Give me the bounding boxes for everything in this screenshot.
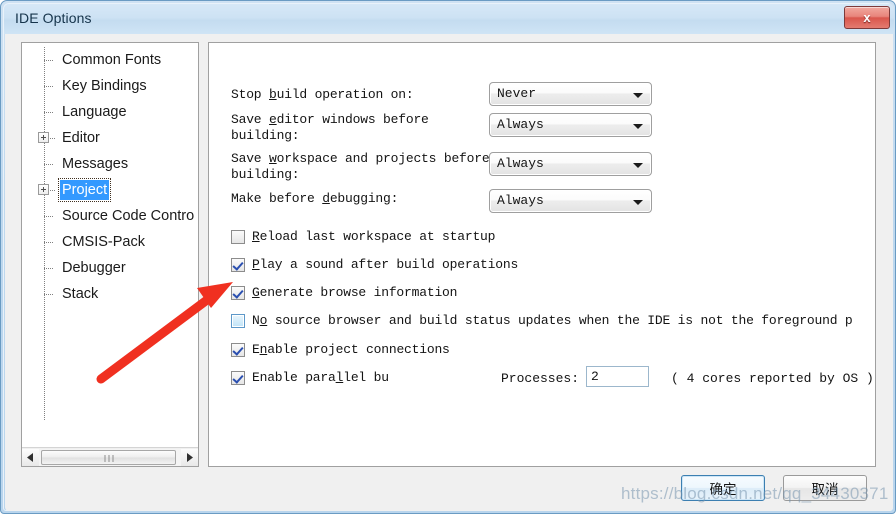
play-sound-checkbox[interactable] (231, 258, 245, 272)
tree-horizontal-scrollbar[interactable] (22, 447, 198, 466)
tree-elbow-icon (38, 47, 60, 73)
grip-icon (104, 454, 113, 462)
dialog-client-area: Common Fonts Key Bindings Language Edito… (5, 34, 893, 511)
processes-value: 2 (591, 369, 599, 384)
tree-elbow-icon (38, 281, 60, 307)
sidebar-item-label: Language (62, 104, 127, 120)
combo-value: Always (497, 156, 544, 171)
enable-project-connections-row[interactable]: Enable project connections (231, 342, 450, 357)
enable-parallel-build-label: Enable parallel bu (252, 370, 389, 385)
sidebar-item-label: Project (57, 178, 112, 202)
sidebar-item-key-bindings[interactable]: Key Bindings (22, 73, 198, 99)
options-tree: Common Fonts Key Bindings Language Edito… (22, 47, 198, 442)
ide-options-window: IDE Options x Common Fonts Key Bindings (0, 0, 896, 514)
title-bar: IDE Options x (4, 4, 894, 34)
save-editor-windows-label: Save editor windows before building: (231, 112, 429, 143)
tree-elbow-icon (38, 151, 60, 177)
play-sound-row[interactable]: Play a sound after build operations (231, 257, 518, 272)
ok-button-label: 确定 (709, 482, 737, 497)
tree-elbow-icon (38, 73, 60, 99)
sidebar-item-common-fonts[interactable]: Common Fonts (22, 47, 198, 73)
sidebar-item-project[interactable]: Project (22, 177, 198, 203)
no-source-browser-row[interactable]: No source browser and build status updat… (231, 313, 853, 328)
save-editor-windows-combo[interactable]: Always (489, 113, 652, 137)
stop-build-operation-combo[interactable]: Never (489, 82, 652, 106)
sidebar-item-editor[interactable]: Editor (22, 125, 198, 151)
reload-last-workspace-label: Reload last workspace at startup (252, 229, 496, 244)
processes-input[interactable]: 2 (586, 366, 649, 387)
save-workspace-combo[interactable]: Always (489, 152, 652, 176)
sidebar-item-label: Stack (62, 286, 99, 302)
combo-value: Never (497, 86, 537, 101)
enable-parallel-build-row[interactable]: Enable parallel bu (231, 370, 389, 385)
sidebar-item-source-code-control[interactable]: Source Code Contro (22, 203, 198, 229)
make-before-debugging-label: Make before debugging: (231, 191, 399, 206)
scrollbar-thumb[interactable] (41, 449, 176, 465)
sidebar-item-label: CMSIS-Pack (62, 234, 145, 250)
enable-project-connections-label: Enable project connections (252, 342, 450, 357)
cancel-button-label: 取消 (811, 482, 839, 497)
generate-browse-information-row[interactable]: Generate browse information (231, 285, 457, 300)
expand-plus-icon[interactable] (38, 125, 60, 151)
tree-elbow-icon (38, 229, 60, 255)
sidebar-item-label: Key Bindings (62, 78, 147, 94)
cores-reported-note: ( 4 cores reported by OS ) (671, 371, 874, 386)
generate-browse-information-checkbox[interactable] (231, 286, 245, 300)
chevron-down-icon (633, 93, 643, 98)
make-before-debugging-combo[interactable]: Always (489, 189, 652, 213)
sidebar-item-stack[interactable]: Stack (22, 281, 198, 307)
play-sound-label: Play a sound after build operations (252, 257, 519, 272)
sidebar-item-messages[interactable]: Messages (22, 151, 198, 177)
window-title: IDE Options (15, 10, 92, 26)
sidebar-item-cmsis-pack[interactable]: CMSIS-Pack (22, 229, 198, 255)
enable-project-connections-checkbox[interactable] (231, 343, 245, 357)
sidebar-item-label: Source Code Contro (62, 208, 195, 224)
scroll-left-icon[interactable] (22, 448, 39, 466)
save-workspace-label: Save workspace and projects before build… (231, 151, 490, 182)
sidebar-item-debugger[interactable]: Debugger (22, 255, 198, 281)
project-options-panel: Stop build operation on: Never Save edit… (208, 42, 876, 467)
sidebar-item-label: Debugger (62, 260, 126, 276)
ok-button[interactable]: 确定 (681, 475, 765, 501)
tree-elbow-icon (38, 255, 60, 281)
close-icon: x (863, 10, 871, 25)
combo-value: Always (497, 193, 544, 208)
processes-label: Processes: (501, 371, 580, 386)
no-source-browser-label: No source browser and build status updat… (252, 313, 853, 328)
no-source-browser-checkbox[interactable] (231, 314, 245, 328)
chevron-down-icon (633, 200, 643, 205)
combo-value: Always (497, 117, 544, 132)
sidebar-item-label: Editor (62, 130, 100, 146)
cancel-button[interactable]: 取消 (783, 475, 867, 501)
stop-build-operation-label: Stop build operation on: (231, 87, 414, 102)
sidebar-item-language[interactable]: Language (22, 99, 198, 125)
close-button[interactable]: x (844, 6, 890, 29)
options-tree-panel: Common Fonts Key Bindings Language Edito… (21, 42, 199, 467)
chevron-down-icon (633, 163, 643, 168)
tree-elbow-icon (38, 203, 60, 229)
scrollbar-track[interactable] (39, 448, 181, 466)
enable-parallel-build-checkbox[interactable] (231, 371, 245, 385)
generate-browse-information-label: Generate browse information (252, 285, 458, 300)
sidebar-item-label: Messages (62, 156, 129, 172)
tree-elbow-icon (38, 99, 60, 125)
sidebar-item-label: Common Fonts (62, 52, 162, 68)
reload-last-workspace-row[interactable]: Reload last workspace at startup (231, 229, 495, 244)
reload-last-workspace-checkbox[interactable] (231, 230, 245, 244)
chevron-down-icon (633, 124, 643, 129)
scroll-right-icon[interactable] (181, 448, 198, 466)
expand-plus-icon[interactable] (38, 177, 60, 203)
